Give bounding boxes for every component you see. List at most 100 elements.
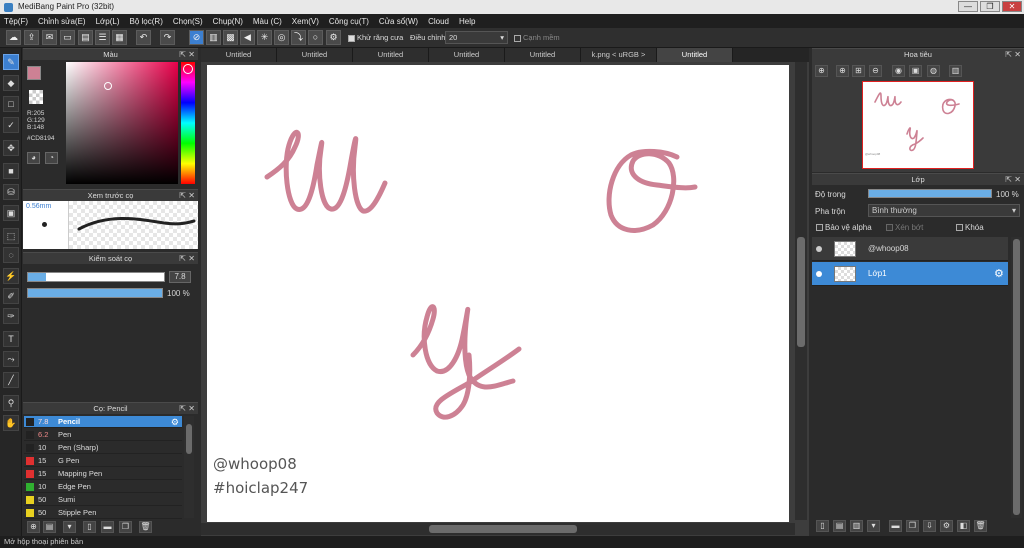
rotate-icon[interactable]: ◍: [927, 65, 940, 77]
operation-tool-icon[interactable]: ⤳: [3, 351, 19, 367]
menu-window[interactable]: Cửa sổ(W): [379, 17, 418, 26]
lasso-tool-icon[interactable]: ◌: [3, 247, 19, 263]
close-icon[interactable]: ✕: [188, 253, 195, 264]
duplicate-layer-icon[interactable]: ❐: [906, 520, 919, 532]
menu-cloud[interactable]: Cloud: [428, 17, 449, 26]
menu-view[interactable]: Xem(V): [292, 17, 319, 26]
select-pen-icon[interactable]: ✓: [3, 117, 19, 133]
restore-button[interactable]: ❐: [980, 1, 1000, 12]
grid-snap-icon[interactable]: ▩: [223, 30, 238, 45]
new-8bit-layer-icon[interactable]: ▥: [850, 520, 863, 532]
layer-settings-gear-icon[interactable]: ⚙: [994, 262, 1004, 286]
text-tool-icon[interactable]: T: [3, 331, 19, 347]
select-eraser-icon[interactable]: ✑: [3, 308, 19, 324]
brush-list-scroll-thumb[interactable]: [186, 424, 192, 454]
menu-help[interactable]: Help: [459, 17, 475, 26]
export-icon[interactable]: ⇪: [24, 30, 39, 45]
new-layer-icon[interactable]: ▯: [816, 520, 829, 532]
layer-row-lop1[interactable]: Lớp1 ⚙: [812, 262, 1008, 286]
protect-alpha-checkbox[interactable]: [816, 224, 823, 232]
layer-visibility-icon[interactable]: [816, 246, 822, 252]
menu-filter[interactable]: Bộ lọc(R): [130, 17, 163, 26]
brush-item[interactable]: 7.8 Pencil ⚙: [24, 416, 182, 428]
float-icon[interactable]: ⇱: [179, 403, 186, 414]
drawing-canvas[interactable]: @whoop08 #hoiclap247: [207, 65, 789, 522]
menu-layer[interactable]: Lớp(L): [96, 17, 120, 26]
merge-down-icon[interactable]: ⇩: [923, 520, 936, 532]
color-picker-cursor[interactable]: [104, 82, 112, 90]
navigator-preview[interactable]: @whoop08: [862, 81, 974, 169]
brush-item[interactable]: 6.2 Pen: [24, 429, 182, 441]
brush-list-scrollbar[interactable]: [184, 416, 194, 518]
brush-opacity-slider[interactable]: [27, 288, 163, 298]
zoom-in-icon[interactable]: ⊕: [815, 65, 828, 77]
tab-untitled-active[interactable]: Untitled: [657, 48, 733, 62]
eraser-tool-icon[interactable]: ◆: [3, 75, 19, 91]
float-icon[interactable]: ⇱: [179, 253, 186, 264]
minimize-button[interactable]: —: [958, 1, 978, 12]
close-icon[interactable]: ✕: [188, 190, 195, 201]
menu-tools[interactable]: Công cụ(T): [329, 17, 369, 26]
close-icon[interactable]: ✕: [1014, 49, 1021, 60]
brush-add-menu-icon[interactable]: ▾: [63, 521, 76, 533]
chat-icon[interactable]: ▭: [60, 30, 75, 45]
primary-color-swatch[interactable]: [27, 66, 41, 80]
page-icon[interactable]: ▤: [78, 30, 93, 45]
select-tool-icon[interactable]: ⬚: [3, 228, 19, 244]
canvas-vertical-scrollbar[interactable]: [795, 62, 807, 520]
float-icon[interactable]: ⇱: [179, 190, 186, 201]
brush-size-value[interactable]: 7.8: [169, 271, 191, 283]
radial-snap-icon[interactable]: ✳: [257, 30, 272, 45]
tab-untitled-1[interactable]: Untitled: [201, 48, 277, 62]
layer-folder-icon[interactable]: ▬: [889, 520, 902, 532]
list-icon[interactable]: ☰: [95, 30, 110, 45]
brush-item[interactable]: 50 Stipple Pen: [24, 507, 182, 519]
palette-icon[interactable]: ◕: [27, 152, 40, 164]
menu-color[interactable]: Màu (C): [253, 17, 282, 26]
color-history-icon[interactable]: ◔: [45, 152, 58, 164]
zoom-in-alt-icon[interactable]: ⊕: [836, 65, 849, 77]
menu-snap[interactable]: Chụp(N): [213, 17, 243, 26]
parallel-snap-icon[interactable]: ▥: [206, 30, 221, 45]
clipping-checkbox[interactable]: [886, 224, 893, 232]
canvas-hscroll-thumb[interactable]: [429, 525, 577, 533]
layer-settings-icon[interactable]: ⚙: [940, 520, 953, 532]
blend-mode-select[interactable]: Bình thường ▾: [868, 204, 1020, 217]
tab-untitled-2[interactable]: Untitled: [277, 48, 353, 62]
smooth-checkbox[interactable]: [514, 34, 521, 42]
redo-icon[interactable]: ↷: [160, 30, 175, 45]
snap-off-icon[interactable]: ⊘: [189, 30, 204, 45]
curve-snap-icon[interactable]: ⤵: [291, 30, 306, 45]
float-icon[interactable]: ⇱: [1005, 49, 1012, 60]
brush-folder-icon[interactable]: ▬: [101, 521, 114, 533]
close-icon[interactable]: ✕: [188, 403, 195, 414]
zoom-out-icon[interactable]: ⊖: [869, 65, 882, 77]
lock-checkbox[interactable]: [956, 224, 963, 232]
layer-row-whoop08[interactable]: @whoop08: [812, 237, 1008, 261]
brush-size-slider[interactable]: [27, 272, 165, 282]
transparent-swatch[interactable]: [29, 90, 43, 104]
bucket-tool-icon[interactable]: ⛁: [3, 184, 19, 200]
gradient-tool-icon[interactable]: ▣: [3, 205, 19, 221]
menu-file[interactable]: Tệp(F): [4, 17, 28, 26]
canvas-horizontal-scrollbar[interactable]: [201, 523, 795, 535]
ellipse-snap-icon[interactable]: ○: [308, 30, 323, 45]
brush-menu-icon[interactable]: ▤: [43, 521, 56, 533]
tab-untitled-4[interactable]: Untitled: [429, 48, 505, 62]
delete-layer-icon[interactable]: 🗑: [974, 520, 987, 532]
add-brush-icon[interactable]: ⊕: [27, 521, 40, 533]
cloud-icon[interactable]: ☁: [6, 30, 21, 45]
antialias-checkbox[interactable]: [348, 34, 355, 42]
brush-settings-gear-icon[interactable]: ⚙: [171, 416, 179, 428]
tab-untitled-5[interactable]: Untitled: [505, 48, 581, 62]
close-icon[interactable]: ✕: [188, 49, 195, 60]
close-button[interactable]: ✕: [1002, 1, 1022, 12]
layer-list-scrollbar[interactable]: [1011, 237, 1022, 518]
undo-icon[interactable]: ↶: [136, 30, 151, 45]
menu-select[interactable]: Chọn(S): [173, 17, 203, 26]
circle-snap-icon[interactable]: ◎: [274, 30, 289, 45]
brush-item[interactable]: 15 G Pen: [24, 455, 182, 467]
saturation-value-picker[interactable]: [66, 62, 178, 184]
canvas-vscroll-thumb[interactable]: [797, 237, 805, 347]
rotate-reset-icon[interactable]: ◉: [892, 65, 905, 77]
